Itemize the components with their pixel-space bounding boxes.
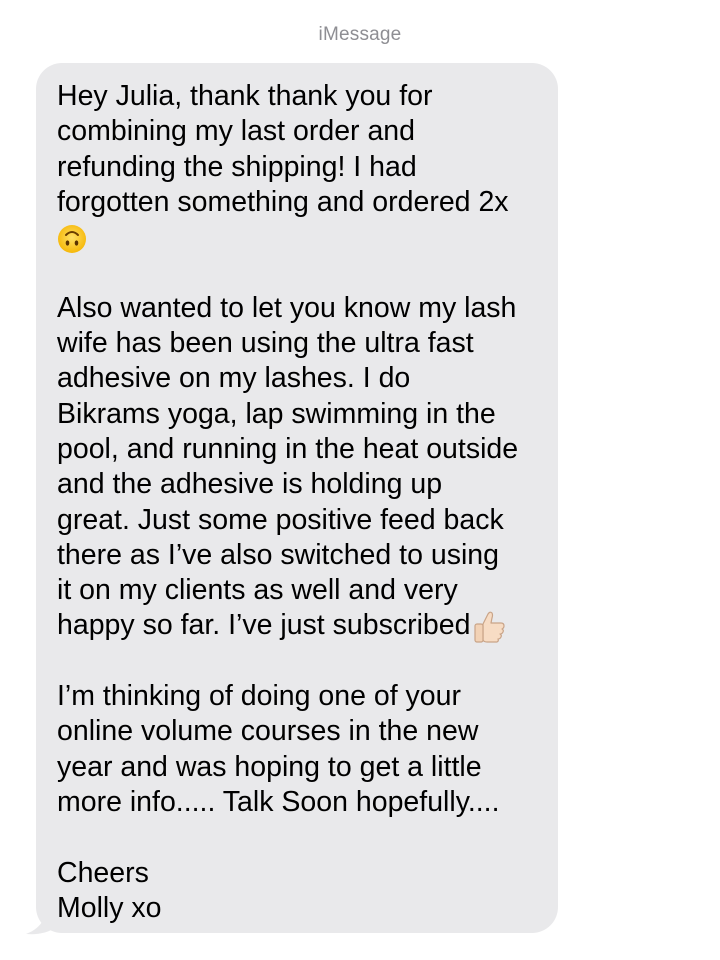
message-line: adhesive on my lashes. I do <box>57 362 411 395</box>
message-paragraph-2: Also wanted to let you know my lash wife… <box>57 291 540 644</box>
message-line: year and was hoping to get a little <box>57 750 482 783</box>
message-line: Hey Julia, thank thank you for <box>57 80 433 112</box>
thumbs-up-icon <box>474 611 506 643</box>
message-paragraph-1: Hey Julia, thank thank you for combining… <box>57 79 540 255</box>
message-line: Cheers <box>57 856 149 889</box>
message-line-with-emoji: happy so far. I’ve just subscribed <box>57 608 540 643</box>
message-line: refunding the shipping! I had <box>57 150 417 183</box>
message-line: Molly xo <box>57 891 162 924</box>
message-paragraph-3: I’m thinking of doing one of your online… <box>57 679 540 820</box>
message-line: there as I’ve also switched to using <box>57 538 499 571</box>
message-line: and the adhesive is holding up <box>57 468 443 501</box>
message-line: happy so far. I’ve just subscribed <box>57 609 471 642</box>
upside-down-face-icon <box>58 224 86 253</box>
message-line: Also wanted to let you know my lash <box>57 291 517 324</box>
emoji-line <box>57 220 540 255</box>
message-line: Bikrams yoga, lap swimming in the <box>57 397 496 430</box>
message-line: it on my clients as well and very <box>57 574 458 607</box>
message-line: combining my last order and <box>57 115 416 148</box>
service-label: iMessage <box>318 24 402 45</box>
message-line: forgotten something and ordered 2x <box>57 185 509 218</box>
message-line: pool, and running in the heat outside <box>57 432 519 465</box>
message-line: great. Just some positive feed back <box>57 503 504 536</box>
message-line: online volume courses in the new <box>57 715 479 748</box>
message-line: I’m thinking of doing one of your <box>57 680 461 713</box>
message-bubble[interactable]: Hey Julia, thank thank you for combining… <box>36 63 558 933</box>
message-signoff: Cheers Molly xo <box>57 856 540 927</box>
message-line: wife has been using the ultra fast <box>57 327 474 360</box>
conversation-view: iMessage Hey Julia, thank thank you for … <box>0 0 720 960</box>
message-line: more info..... Talk Soon hopefully.... <box>57 785 500 818</box>
